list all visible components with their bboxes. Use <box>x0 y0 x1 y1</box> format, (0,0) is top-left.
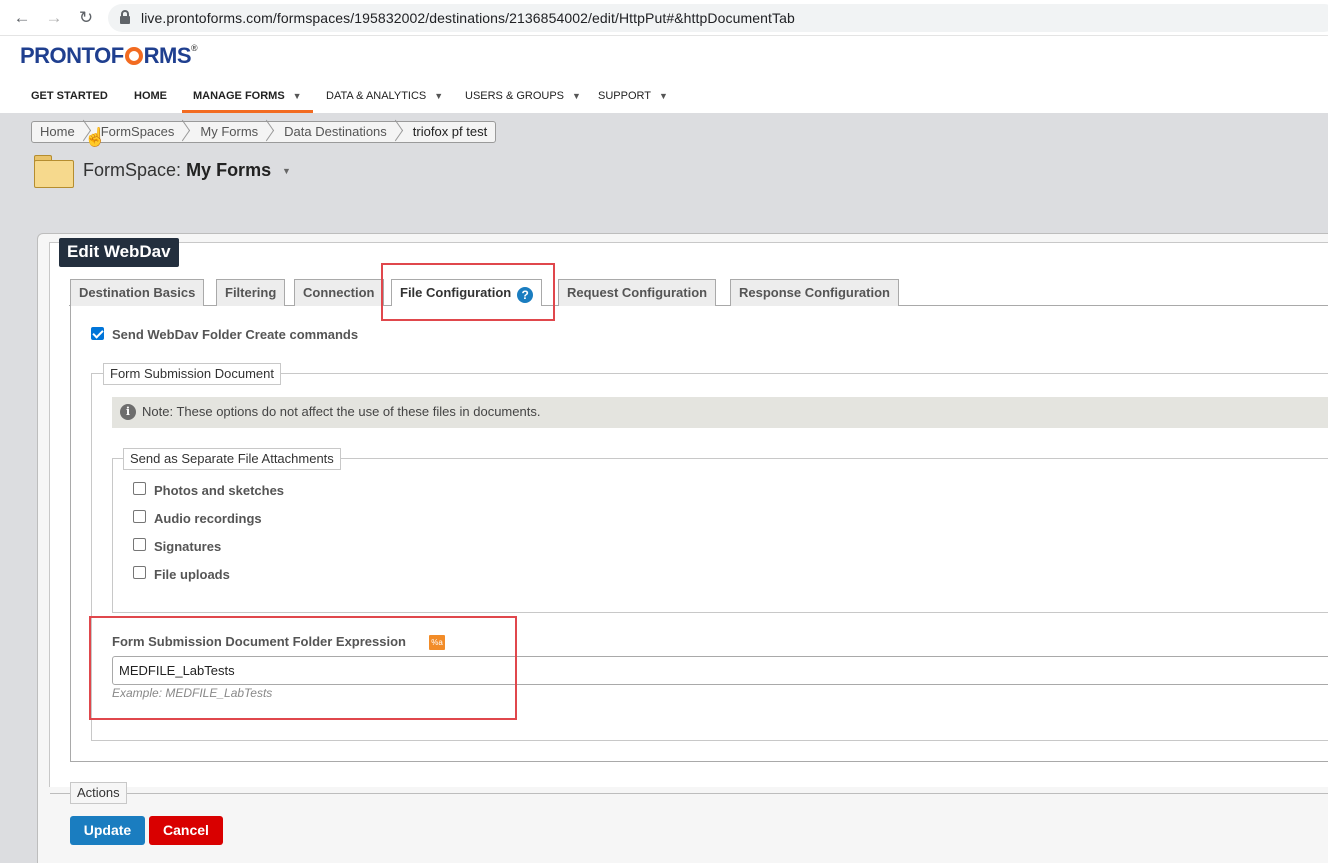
folder-icon <box>34 155 74 188</box>
tab-connection[interactable]: Connection <box>294 279 384 306</box>
chevron-down-icon: ▼ <box>292 91 302 101</box>
separate-attachments-legend: Send as Separate File Attachments <box>123 448 341 470</box>
send-folder-create-checkbox[interactable] <box>91 327 104 340</box>
breadcrumb-my-forms[interactable]: My Forms <box>192 122 276 142</box>
logo-text-start: PRONTOF <box>20 43 124 68</box>
highlight-box-tab <box>381 263 555 321</box>
send-folder-create-label: Send WebDav Folder Create commands <box>112 327 359 342</box>
formspace-prefix: FormSpace: <box>83 160 182 180</box>
signatures-checkbox[interactable] <box>133 538 146 551</box>
chevron-down-icon: ▼ <box>434 91 444 101</box>
logo-text-end: RMS <box>143 43 192 68</box>
formspace-title[interactable]: FormSpace: My Forms <box>83 160 271 181</box>
photos-sketches-label: Photos and sketches <box>154 483 285 498</box>
nav-data-analytics[interactable]: DATA & ANALYTICS ▼ <box>326 82 443 113</box>
file-uploads-label: File uploads <box>154 567 230 582</box>
file-uploads-checkbox[interactable] <box>133 566 146 579</box>
nav-support[interactable]: SUPPORT ▼ <box>598 82 668 113</box>
logo-o-icon <box>124 47 143 65</box>
reload-icon[interactable]: ↻ <box>76 8 96 28</box>
registered-mark: ® <box>191 43 198 53</box>
nav-users-groups[interactable]: USERS & GROUPS ▼ <box>465 82 581 113</box>
form-submission-legend: Form Submission Document <box>103 363 281 385</box>
formspace-name: My Forms <box>186 160 272 180</box>
back-arrow-icon[interactable]: ← <box>12 8 32 28</box>
actions-legend: Actions <box>70 782 127 804</box>
tab-request-configuration[interactable]: Request Configuration <box>558 279 717 306</box>
tab-filtering[interactable]: Filtering <box>216 279 286 306</box>
audio-recordings-checkbox[interactable] <box>133 510 146 523</box>
actions-divider <box>50 793 1328 794</box>
chevron-down-icon: ▼ <box>658 91 668 101</box>
lock-icon <box>120 10 130 24</box>
forward-arrow-icon[interactable]: → <box>44 8 64 28</box>
info-note: i Note: These options do not affect the … <box>112 397 1328 428</box>
tab-destination-basics[interactable]: Destination Basics <box>70 279 205 306</box>
breadcrumb-data-destinations[interactable]: Data Destinations <box>276 122 405 142</box>
tab-response-configuration[interactable]: Response Configuration <box>730 279 899 306</box>
nav-manage-forms[interactable]: MANAGE FORMS ▼ <box>182 82 313 113</box>
cancel-button[interactable]: Cancel <box>149 816 223 845</box>
highlight-box-expression <box>89 616 517 720</box>
breadcrumb-current: triofox pf test <box>412 124 488 139</box>
nav-get-started[interactable]: GET STARTED <box>31 82 108 113</box>
address-bar[interactable]: live.prontoforms.com/formspaces/19583200… <box>108 4 1328 32</box>
url-text: live.prontoforms.com/formspaces/19583200… <box>141 10 795 26</box>
prontoforms-logo[interactable]: PRONTOF RMS® <box>20 43 198 69</box>
panel-title: Edit WebDav <box>59 238 179 267</box>
main-navigation: GET STARTED HOME MANAGE FORMS ▼ DATA & AN… <box>0 82 1328 113</box>
chevron-down-icon: ▼ <box>572 91 581 101</box>
signatures-label: Signatures <box>154 539 222 554</box>
hand-cursor-icon: ☝ <box>84 127 107 147</box>
info-note-text: Note: These options do not affect the us… <box>142 404 541 419</box>
separate-attachments-fieldset <box>112 458 1328 613</box>
info-icon: i <box>120 404 136 420</box>
formspace-dropdown-icon[interactable]: ▼ <box>282 166 291 176</box>
browser-toolbar: ← → ↻ live.prontoforms.com/formspaces/19… <box>0 0 1328 36</box>
audio-recordings-label: Audio recordings <box>154 511 262 526</box>
breadcrumb-formspaces[interactable]: FormSpaces <box>93 122 193 142</box>
nav-home[interactable]: HOME <box>134 82 167 113</box>
update-button[interactable]: Update <box>70 816 145 845</box>
photos-sketches-checkbox[interactable] <box>133 482 146 495</box>
